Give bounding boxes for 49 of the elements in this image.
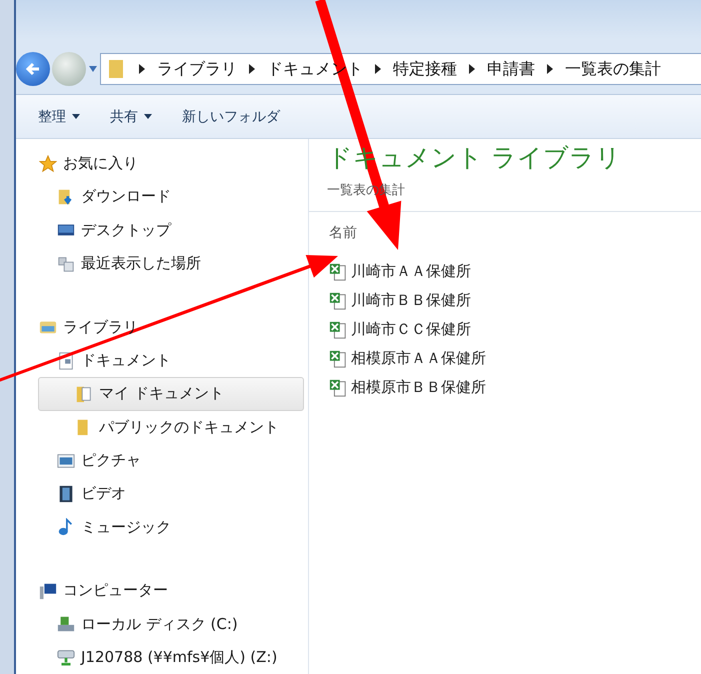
chevron-icon[interactable] xyxy=(547,64,553,74)
toolbar-button[interactable]: 新しいフォルダ xyxy=(182,108,280,126)
chevron-icon[interactable] xyxy=(375,64,381,74)
sidebar-item[interactable]: マイ ドキュメント xyxy=(38,377,304,411)
star-icon xyxy=(39,154,57,173)
sidebar-item[interactable]: 最近表示した場所 xyxy=(16,246,308,280)
back-button[interactable] xyxy=(16,52,50,86)
recent-places-icon xyxy=(57,254,75,273)
caret-icon xyxy=(144,114,152,119)
sidebar-group[interactable]: コンピューター xyxy=(16,574,308,608)
network-drive-icon xyxy=(57,648,75,666)
file-item[interactable]: 川崎市ＣＣ保健所 xyxy=(309,315,701,344)
document-folder-icon xyxy=(75,384,93,403)
breadcrumb-item[interactable]: 申請書 xyxy=(487,58,535,80)
disk-drive-icon xyxy=(57,615,75,634)
sidebar-item[interactable]: ローカル ディスク (C:) xyxy=(16,607,308,641)
chevron-icon[interactable] xyxy=(469,64,475,74)
caret-icon[interactable] xyxy=(88,65,98,73)
spreadsheet-file-icon xyxy=(329,292,347,310)
column-header[interactable]: 名前 xyxy=(329,225,357,241)
computer-icon xyxy=(39,582,57,600)
sidebar-group[interactable]: お気に入り xyxy=(16,147,308,180)
sidebar-item[interactable]: ダウンロード xyxy=(16,180,308,214)
file-item[interactable]: 川崎市ＢＢ保健所 xyxy=(309,286,701,315)
breadcrumb-item[interactable]: ライブラリ xyxy=(157,58,237,80)
breadcrumb-item[interactable]: 一覧表の集計 xyxy=(565,58,661,80)
spreadsheet-file-icon xyxy=(329,320,347,338)
chevron-icon[interactable] xyxy=(249,64,255,74)
toolbar-button[interactable]: 共有 xyxy=(110,108,152,126)
file-item[interactable]: 相模原市ＢＢ保健所 xyxy=(309,373,701,402)
sidebar-item[interactable]: ピクチャ xyxy=(16,444,308,478)
file-item[interactable]: 川崎市ＡＡ保健所 xyxy=(309,257,701,286)
file-item[interactable]: 相模原市ＡＡ保健所 xyxy=(309,344,701,373)
caret-icon xyxy=(72,114,80,119)
back-arrow-icon xyxy=(24,60,42,78)
spreadsheet-file-icon xyxy=(329,378,347,396)
sidebar-item[interactable]: ミュージック xyxy=(16,510,308,544)
pictures-icon xyxy=(57,452,75,470)
sidebar-item[interactable]: デスクトップ xyxy=(16,214,308,247)
toolbar-button[interactable]: 整理 xyxy=(38,108,80,126)
sidebar-item[interactable]: パブリックのドキュメント xyxy=(16,410,308,444)
spreadsheet-file-icon xyxy=(329,350,347,368)
music-note-icon xyxy=(57,518,75,536)
breadcrumb-item[interactable]: 特定接種 xyxy=(393,58,457,80)
sidebar-item[interactable]: J120788 (¥¥mfs¥個人) (Z:) xyxy=(16,640,308,674)
chevron-icon[interactable] xyxy=(139,64,145,74)
film-icon xyxy=(57,484,75,503)
spreadsheet-file-icon xyxy=(329,262,347,280)
sidebar-item[interactable]: ビデオ xyxy=(16,477,308,510)
